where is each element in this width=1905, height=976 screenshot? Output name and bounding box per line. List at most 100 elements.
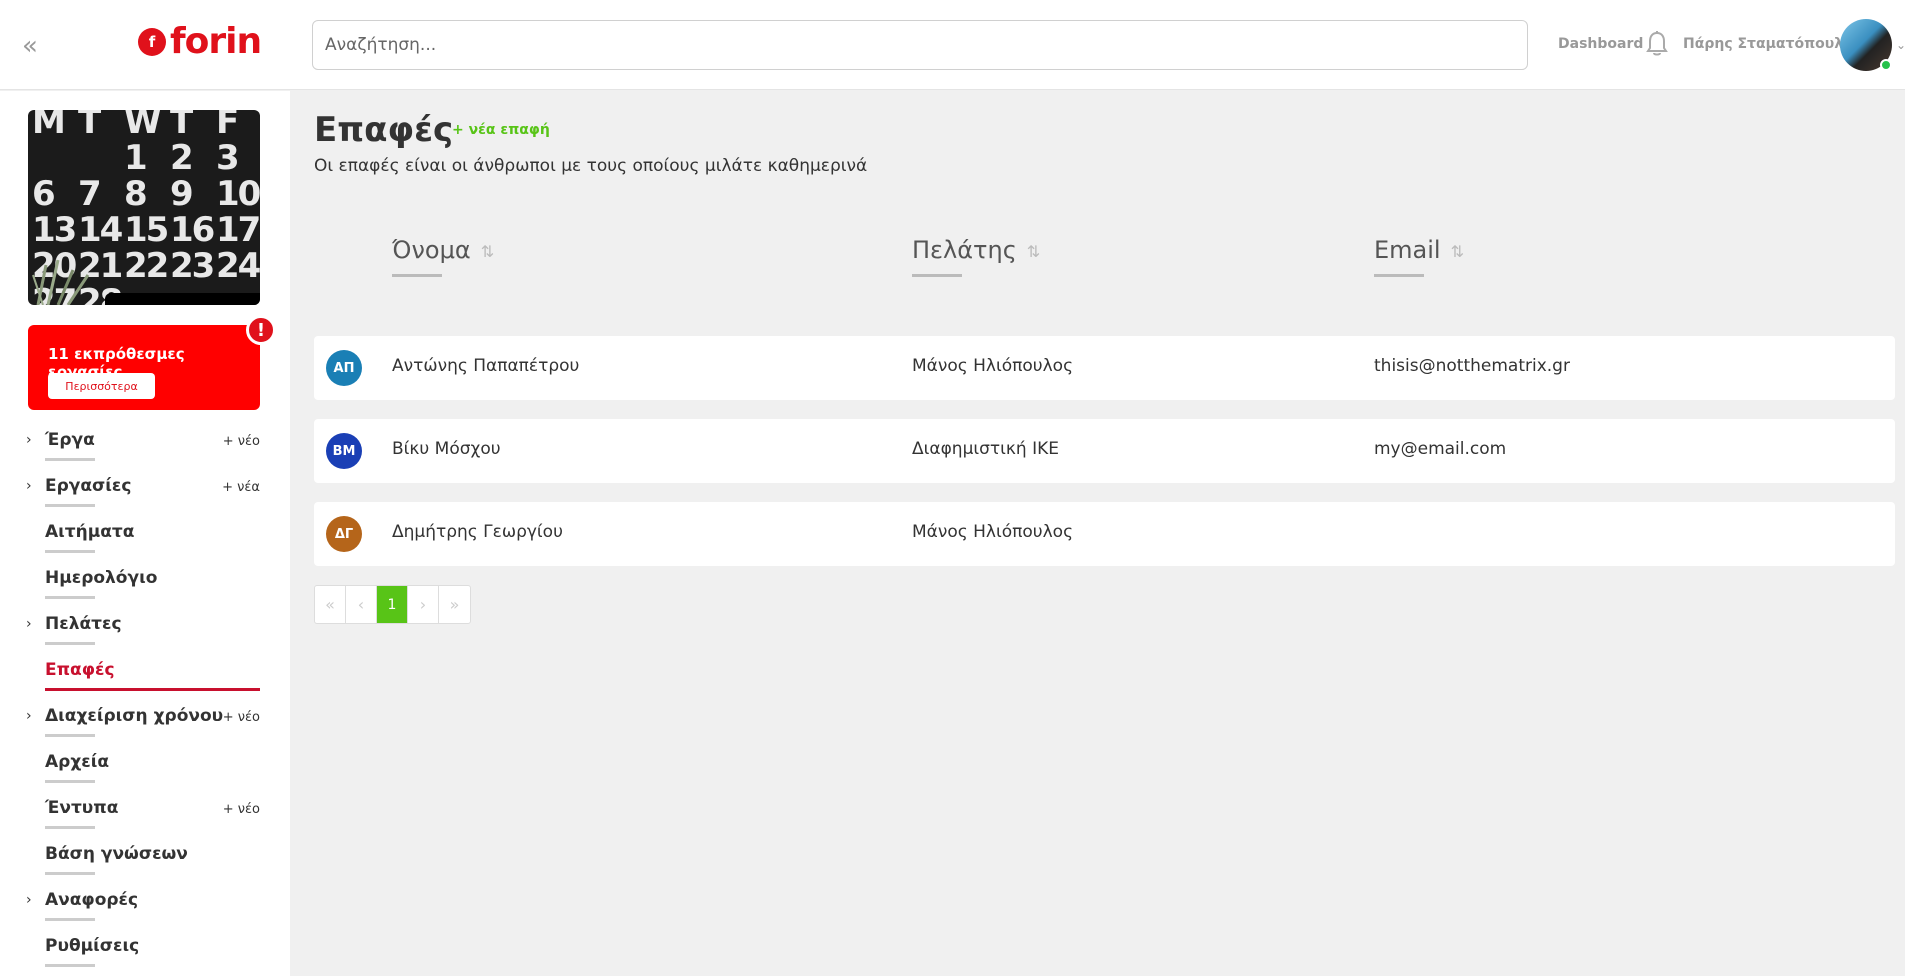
- logo[interactable]: f forin: [138, 22, 262, 62]
- table-row[interactable]: BM Βίκυ Μόσχου Διαφημιστική ΙΚΕ my@email.co…: [314, 419, 1895, 483]
- column-label: Όνομα: [392, 236, 471, 264]
- sidebar-item-new-button[interactable]: + νέα: [222, 480, 260, 495]
- calendar-day: 17: [216, 210, 260, 250]
- sidebar-item-label: Διαχείριση χρόνου: [45, 706, 224, 726]
- sidebar-item-12[interactable]: Ρυθμίσεις: [0, 932, 290, 972]
- column-header-email[interactable]: Email ⇅: [1374, 236, 1464, 264]
- chevron-right-icon[interactable]: ›: [26, 478, 32, 494]
- sidebar-item-2[interactable]: › Εργασίες + νέα: [0, 472, 290, 512]
- sidebar-item-label: Αρχεία: [45, 752, 110, 772]
- device-image: [105, 293, 260, 305]
- column-header-name[interactable]: Όνομα ⇅: [392, 236, 494, 264]
- calendar-day: 15: [124, 210, 169, 250]
- sidebar-item-underline: [45, 826, 95, 829]
- sidebar-item-label: Εργασίες: [45, 476, 132, 496]
- sidebar-item-10[interactable]: Βάση γνώσεων: [0, 840, 290, 880]
- sidebar-item-1[interactable]: › Έργα + νέο: [0, 426, 290, 466]
- sidebar-item-11[interactable]: › Αναφορές: [0, 886, 290, 926]
- page-subtitle: Οι επαφές είναι οι άνθρωποι με τους οποί…: [314, 156, 868, 176]
- sidebar-item-5[interactable]: › Πελάτες: [0, 610, 290, 650]
- new-contact-link[interactable]: + νέα επαφή: [452, 122, 550, 138]
- sidebar-item-new-button[interactable]: + νέο: [223, 710, 260, 725]
- sidebar-item-6[interactable]: Επαφές: [0, 656, 290, 696]
- dashboard-link[interactable]: Dashboard: [1558, 36, 1643, 52]
- chevron-right-icon[interactable]: ›: [26, 708, 32, 724]
- sidebar-item-underline: [45, 642, 95, 645]
- user-avatar[interactable]: [1840, 19, 1892, 71]
- sidebar-item-3[interactable]: Αιτήματα: [0, 518, 290, 558]
- pagination: « ‹ 1 › »: [314, 585, 471, 624]
- sidebar-item-underline: [45, 458, 95, 461]
- sidebar-item-7[interactable]: › Διαχείριση χρόνου + νέο: [0, 702, 290, 742]
- search-input[interactable]: [312, 20, 1528, 70]
- calendar-day: F: [216, 110, 239, 142]
- double-chevron-left-icon[interactable]: «: [22, 33, 38, 59]
- sidebar-item-4[interactable]: Ημερολόγιο: [0, 564, 290, 604]
- sort-icon[interactable]: ⇅: [1451, 242, 1464, 261]
- sidebar-item-label: Βάση γνώσεων: [45, 844, 188, 864]
- contact-client: Μάνος Ηλιόπουλος: [912, 522, 1074, 542]
- calendar-day: 14: [78, 210, 123, 250]
- sort-icon[interactable]: ⇅: [481, 242, 494, 261]
- calendar-day: [78, 140, 124, 176]
- sidebar-item-underline: [45, 918, 95, 921]
- sidebar-item-label: Αιτήματα: [45, 522, 135, 542]
- calendar-day: 16: [170, 210, 215, 250]
- more-button[interactable]: Περισσότερα: [48, 373, 155, 399]
- contact-name: Δημήτρης Γεωργίου: [392, 522, 563, 542]
- table-row[interactable]: ΑΠ Αντώνης Παπαπέτρου Μάνος Ηλιόπουλος this…: [314, 336, 1895, 400]
- sidebar-item-underline: [45, 504, 95, 507]
- sidebar-item-label: Έργα: [45, 430, 95, 450]
- first-page-button[interactable]: «: [315, 586, 346, 623]
- chevron-right-icon[interactable]: ›: [26, 432, 32, 448]
- contact-client: Μάνος Ηλιόπουλος: [912, 356, 1074, 376]
- chevron-right-icon[interactable]: ›: [26, 892, 32, 908]
- last-page-button[interactable]: »: [439, 586, 470, 623]
- sidebar-item-label: Έντυπα: [45, 798, 119, 818]
- exclamation-icon: !: [246, 315, 276, 345]
- chevron-down-icon[interactable]: ⌄: [1896, 38, 1905, 52]
- calendar-day: 6: [32, 174, 56, 214]
- sidebar-item-8[interactable]: Αρχεία: [0, 748, 290, 788]
- sidebar-item-9[interactable]: Έντυπα + νέο: [0, 794, 290, 834]
- sidebar-item-underline: [45, 734, 95, 737]
- prev-page-button[interactable]: ‹: [346, 586, 377, 623]
- calendar-day: 10: [216, 174, 260, 214]
- calendar-day: 23: [170, 246, 215, 286]
- bell-icon[interactable]: [1645, 30, 1669, 58]
- contact-avatar: ΑΠ: [326, 350, 362, 386]
- calendar-image: M T W T F 1 2 3 6 7 8 9 10 13 14 15 16 17 20 21 22 23 24 27 28: [28, 110, 260, 305]
- calendar-day: 1: [124, 138, 148, 178]
- user-name[interactable]: Πάρης Σταματόπουλος: [1683, 36, 1861, 52]
- contact-client: Διαφημιστική ΙΚΕ: [912, 439, 1060, 459]
- sidebar-item-new-button[interactable]: + νέο: [223, 434, 260, 449]
- calendar-day: 3: [216, 138, 240, 178]
- table-row[interactable]: ΔΓ Δημήτρης Γεωργίου Μάνος Ηλιόπουλος: [314, 502, 1895, 566]
- sidebar-item-label: Πελάτες: [45, 614, 122, 634]
- sidebar-item-label: Αναφορές: [45, 890, 139, 910]
- overdue-alert: 11 εκπρόθεσμες εργασίες Περισσότερα !: [28, 315, 276, 410]
- calendar-day: T: [170, 110, 193, 142]
- sort-icon[interactable]: ⇅: [1027, 242, 1040, 261]
- contact-email[interactable]: my@email.com: [1374, 439, 1506, 459]
- calendar-day: W: [124, 110, 162, 142]
- sidebar-item-underline: [45, 964, 95, 967]
- contact-name: Βίκυ Μόσχου: [392, 439, 501, 459]
- sidebar-item-underline: [45, 596, 95, 599]
- sidebar-item-underline: [45, 550, 95, 553]
- calendar-day: 13: [32, 210, 77, 250]
- sidebar: M T W T F 1 2 3 6 7 8 9 10 13 14 15 16 17 20 21 22 23 24 27 28 1…: [0, 91, 290, 976]
- column-underline: [1374, 274, 1424, 277]
- contact-avatar: ΔΓ: [326, 516, 362, 552]
- online-status-dot: [1880, 59, 1892, 71]
- page-1-button[interactable]: 1: [377, 586, 408, 623]
- column-header-client[interactable]: Πελάτης ⇅: [912, 236, 1040, 264]
- sidebar-item-label: Ρυθμίσεις: [45, 936, 140, 956]
- sidebar-item-new-button[interactable]: + νέο: [223, 802, 260, 817]
- sidebar-item-underline: [45, 780, 95, 783]
- contact-email[interactable]: thisis@notthematrix.gr: [1374, 356, 1570, 376]
- next-page-button[interactable]: ›: [408, 586, 439, 623]
- chevron-right-icon[interactable]: ›: [26, 616, 32, 632]
- column-underline: [912, 274, 962, 277]
- calendar-day: 9: [170, 174, 194, 214]
